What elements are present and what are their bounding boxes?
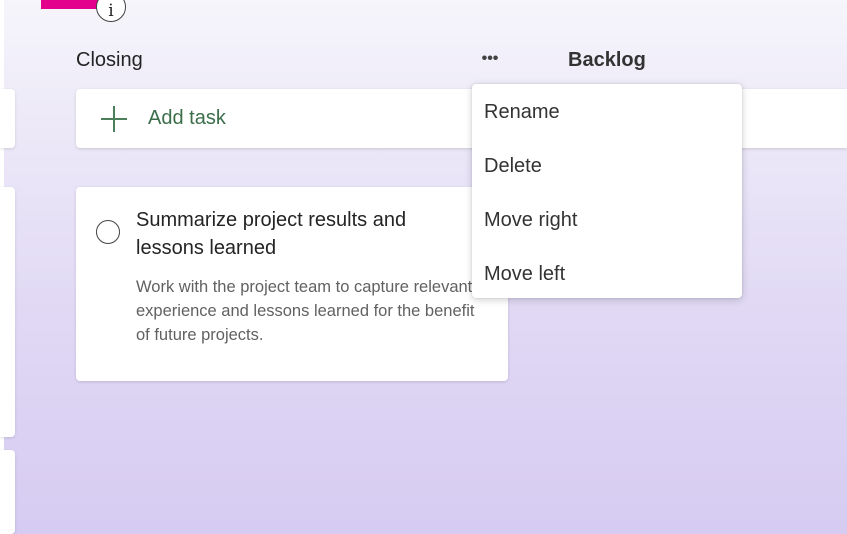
info-icon[interactable]: i: [96, 0, 126, 22]
menu-item-delete[interactable]: Delete: [472, 139, 742, 193]
bucket-title-backlog[interactable]: Backlog: [568, 49, 646, 72]
more-options-icon[interactable]: •••: [476, 46, 504, 72]
left-bucket-card[interactable]: [0, 187, 15, 437]
left-bucket-card[interactable]: [0, 450, 15, 534]
task-card[interactable]: Summarize project results and lessons le…: [76, 187, 508, 381]
add-task-button[interactable]: Add task: [76, 89, 508, 148]
add-task-label: Add task: [148, 107, 226, 129]
checkbox-circle-icon[interactable]: [96, 220, 120, 244]
accent-tab: [41, 0, 99, 9]
menu-item-move-left[interactable]: Move left: [472, 247, 742, 301]
task-title: Summarize project results and lessons le…: [136, 209, 407, 259]
left-bucket-card[interactable]: [0, 89, 15, 148]
menu-item-move-right[interactable]: Move right: [472, 193, 742, 247]
plus-icon: [101, 105, 127, 132]
bucket-title-closing[interactable]: Closing: [76, 49, 143, 72]
menu-item-rename[interactable]: Rename: [472, 85, 742, 139]
task-description: Work with the project team to capture re…: [136, 278, 475, 344]
bucket-context-menu: Rename Delete Move right Move left: [472, 84, 742, 298]
